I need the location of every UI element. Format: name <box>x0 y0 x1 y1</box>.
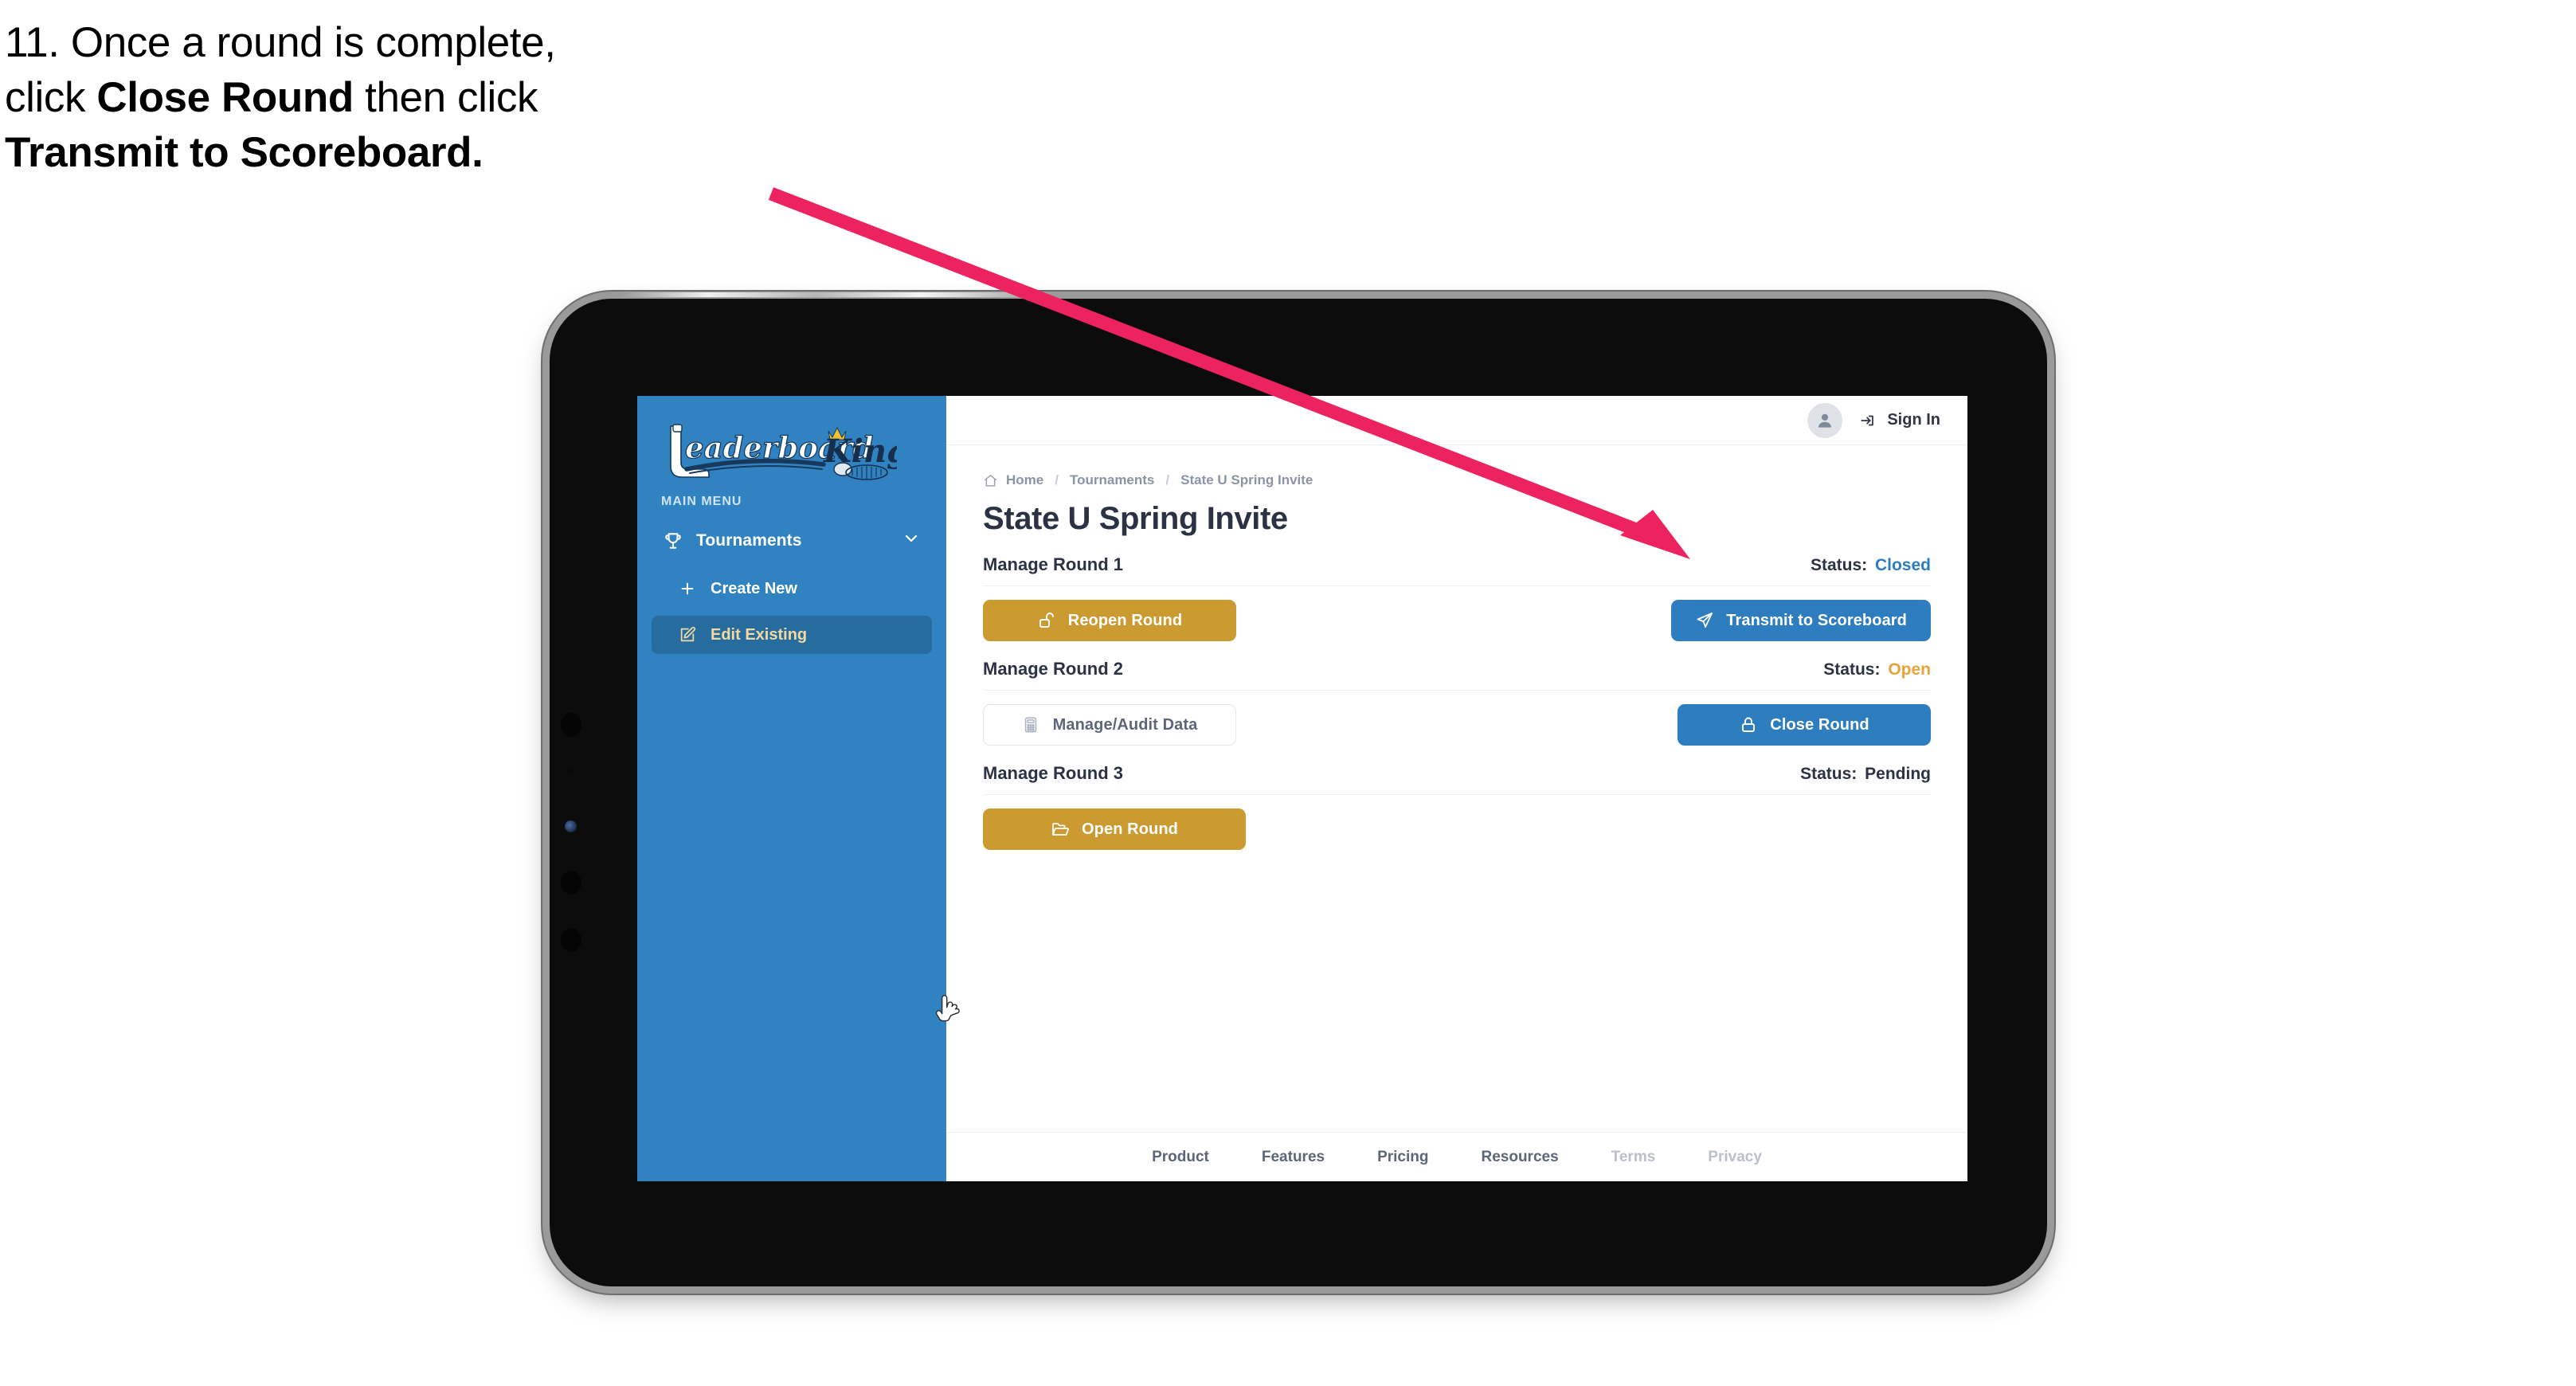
round-1-status-label: Status: <box>1810 556 1868 574</box>
round-1-name: Manage Round 1 <box>983 554 1124 574</box>
content-area: Home / Tournaments / State U Spring Invi… <box>946 445 1967 1132</box>
breadcrumb-separator-2: / <box>1165 472 1170 487</box>
open-round-label: Open Round <box>1082 820 1178 838</box>
trophy-icon <box>663 531 687 551</box>
round-2-actions: Manage/Audit Data Close Round <box>983 691 1931 746</box>
round-1-actions: Reopen Round Transmit to Scoreboard <box>983 586 1931 641</box>
round-2-status-value: Open <box>1888 660 1931 679</box>
close-round-label: Close Round <box>1770 715 1869 734</box>
svg-text:King: King <box>823 433 897 470</box>
breadcrumb-item-tournaments[interactable]: Tournaments <box>1070 472 1154 488</box>
breadcrumb-item-home[interactable]: Home <box>1006 472 1043 488</box>
send-icon <box>1695 611 1716 630</box>
sidebar: eaderboard King <box>637 396 960 1181</box>
round-2-status-label: Status: <box>1823 660 1881 679</box>
caption-line-2: click Close Round then click <box>5 71 881 126</box>
calculator-icon <box>1022 715 1043 734</box>
round-3-name: Manage Round 3 <box>983 763 1124 783</box>
screenshot-root: 11. Once a round is complete, click Clos… <box>0 0 2576 1386</box>
footer-link-resources[interactable]: Resources <box>1481 1149 1558 1166</box>
caption-line-2-post: then click <box>353 73 538 121</box>
round-2-status: Status: Open <box>1823 660 1931 679</box>
plus-icon <box>679 579 699 598</box>
round-section-3: Manage Round 3 Status: Pending Open Roun… <box>983 763 1931 850</box>
round-3-header: Manage Round 3 Status: Pending <box>983 763 1931 794</box>
caption-line-2-pre: click <box>5 73 97 121</box>
breadcrumb-separator: / <box>1055 472 1059 487</box>
bezel-sensor-dot <box>567 769 574 776</box>
tablet-screen: eaderboard King <box>637 396 1967 1181</box>
round-3-actions: Open Round <box>983 795 1931 850</box>
sidebar-section-label: MAIN MENU <box>661 495 742 508</box>
transmit-to-scoreboard-button[interactable]: Transmit to Scoreboard <box>1671 600 1931 641</box>
sidebar-item-edit-existing-label: Edit Existing <box>711 625 808 644</box>
bezel-camera-dot-2 <box>561 871 581 895</box>
footer-links: Product Features Pricing Resources Terms… <box>946 1132 1967 1181</box>
footer-link-product[interactable]: Product <box>1152 1149 1209 1166</box>
round-3-status-value: Pending <box>1865 765 1931 783</box>
unlock-icon <box>1037 611 1058 630</box>
caption-transmit-emphasis: Transmit to Scoreboard. <box>5 128 483 176</box>
edit-square-icon <box>679 625 699 644</box>
open-round-button[interactable]: Open Round <box>983 808 1246 850</box>
page-title: State U Spring Invite <box>983 501 1288 536</box>
close-round-button[interactable]: Close Round <box>1678 704 1931 746</box>
round-1-header: Manage Round 1 Status: Closed <box>983 554 1931 585</box>
footer-link-terms[interactable]: Terms <box>1611 1149 1656 1166</box>
reopen-round-label: Reopen Round <box>1067 611 1183 629</box>
round-3-status: Status: Pending <box>1800 765 1931 784</box>
folder-open-icon <box>1051 820 1071 839</box>
main-column: Sign In Home / Tournaments / State U Spr… <box>946 396 1967 1181</box>
app-logo[interactable]: eaderboard King <box>637 396 946 485</box>
reopen-round-button[interactable]: Reopen Round <box>983 600 1236 641</box>
footer-link-pricing[interactable]: Pricing <box>1377 1149 1428 1166</box>
sidebar-item-create-new-label: Create New <box>711 579 797 597</box>
pointer-hand-cursor <box>935 995 960 1022</box>
manage-audit-data-button[interactable]: Manage/Audit Data <box>983 704 1236 746</box>
round-section-1: Manage Round 1 Status: Closed Reopen Rou… <box>983 554 1931 641</box>
sidebar-item-edit-existing[interactable]: Edit Existing <box>652 616 932 654</box>
login-arrow-icon <box>1858 412 1879 429</box>
caption-close-round-emphasis: Close Round <box>96 73 354 121</box>
tablet-device-frame: eaderboard King <box>550 292 2047 1286</box>
leaderboard-king-logo-icon: eaderboard King <box>670 424 897 480</box>
bezel-lens-dot <box>565 820 577 832</box>
round-section-2: Manage Round 2 Status: Open Manage/Audit… <box>983 659 1931 746</box>
bezel-camera-dot <box>561 713 581 737</box>
breadcrumb: Home / Tournaments / State U Spring Invi… <box>983 472 1931 488</box>
round-1-status: Status: Closed <box>1811 556 1931 575</box>
round-3-status-label: Status: <box>1800 765 1858 783</box>
caption-line-3: Transmit to Scoreboard. <box>5 126 881 181</box>
chevron-down-icon[interactable] <box>902 529 921 553</box>
manage-audit-data-label: Manage/Audit Data <box>1052 715 1198 734</box>
home-icon[interactable] <box>983 473 999 487</box>
caption-line-1: 11. Once a round is complete, <box>5 19 556 66</box>
bezel-top-highlight <box>621 292 1051 297</box>
round-2-name: Manage Round 2 <box>983 659 1124 679</box>
lock-icon <box>1739 715 1760 734</box>
topbar: Sign In <box>946 396 1967 445</box>
footer-link-features[interactable]: Features <box>1262 1149 1325 1166</box>
sidebar-item-create-new[interactable]: Create New <box>652 570 932 608</box>
round-1-status-value: Closed <box>1874 556 1931 574</box>
bezel-camera-dot-3 <box>561 928 581 952</box>
user-avatar-icon[interactable] <box>1807 402 1843 438</box>
footer-link-privacy[interactable]: Privacy <box>1708 1149 1762 1166</box>
sign-in-button[interactable]: Sign In <box>1858 411 1940 429</box>
round-2-header: Manage Round 2 Status: Open <box>983 659 1931 690</box>
sidebar-item-tournaments[interactable]: Tournaments <box>652 520 932 562</box>
instruction-caption: 11. Once a round is complete, click Clos… <box>5 16 881 181</box>
breadcrumb-item-current: State U Spring Invite <box>1180 472 1313 487</box>
sidebar-item-tournaments-label: Tournaments <box>696 531 802 550</box>
sign-in-label: Sign In <box>1887 411 1940 429</box>
transmit-to-scoreboard-label: Transmit to Scoreboard <box>1726 611 1907 629</box>
